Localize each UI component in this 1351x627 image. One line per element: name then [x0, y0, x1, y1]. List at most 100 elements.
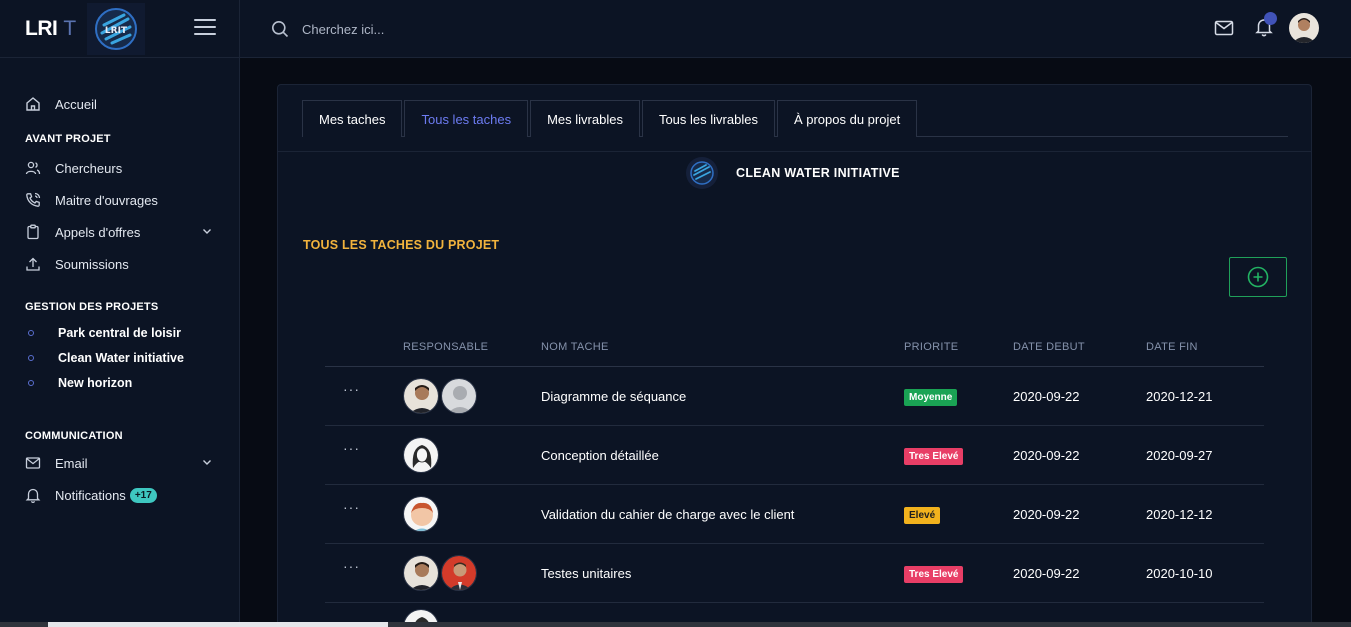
avatar[interactable] [403, 496, 439, 532]
sidebar-item-label: Appels d'offres [55, 224, 141, 240]
phone-call-icon [24, 191, 42, 209]
bullet-icon [28, 329, 34, 336]
tab-tous-taches[interactable]: Tous les taches [404, 100, 529, 137]
brand-suffix: T [63, 16, 77, 40]
sidebar-item-label: Soumissions [55, 256, 129, 272]
sidebar-project-label: Park central de loisir [58, 325, 181, 340]
clipboard-icon [24, 223, 42, 241]
row-actions-button[interactable]: ··· [343, 440, 360, 456]
project-logo-icon [686, 157, 718, 189]
brand-logo-text: LRIT [105, 26, 128, 36]
project-card: Mes taches Tous les taches Mes livrables… [277, 84, 1312, 627]
sidebar-item-label: Notifications [55, 487, 126, 503]
sidebar-item-accueil[interactable]: Accueil [0, 88, 239, 120]
row-actions-button[interactable]: ··· [343, 499, 360, 515]
divider [278, 151, 1311, 152]
project-header: CLEAN WATER INITIATIVE [686, 157, 900, 189]
section-gestion-projets: GESTION DES PROJETS [25, 301, 159, 313]
avatar[interactable] [403, 555, 439, 591]
home-icon [24, 95, 42, 113]
task-name[interactable]: Conception détaillée [541, 448, 904, 463]
tab-mes-livrables[interactable]: Mes livrables [530, 100, 640, 137]
start-date: 2020-09-22 [1013, 447, 1080, 463]
table-row[interactable]: ··· Conception détaillée Tres Elevé 2020… [325, 426, 1264, 485]
section-communication: COMMUNICATION [25, 430, 123, 442]
start-date: 2020-09-22 [1013, 388, 1080, 404]
table-header: RESPONSABLE NOM TACHE PRIORITE DATE DEBU… [325, 327, 1264, 367]
taskbar-strip [0, 622, 1351, 627]
topbar [240, 0, 1351, 58]
menu-toggle-icon[interactable] [194, 19, 216, 37]
avatar[interactable] [403, 437, 439, 473]
upload-icon [24, 255, 42, 273]
task-name[interactable]: Diagramme de séquance [541, 389, 904, 404]
avatar[interactable] [441, 378, 477, 414]
add-task-button[interactable] [1229, 257, 1287, 297]
brand-name[interactable]: LRI [25, 17, 58, 41]
tab-bar: Mes taches Tous les taches Mes livrables… [302, 100, 1288, 137]
col-responsable: RESPONSABLE [403, 340, 489, 353]
mail-icon [24, 454, 42, 472]
table-row[interactable]: ··· Validation du cahier de charge avec … [325, 485, 1264, 544]
sidebar-item-label: Email [55, 455, 88, 471]
sidebar: LRI T LRIT Accueil AVANT PROJET Chercheu… [0, 0, 240, 627]
section-avant-projet: AVANT PROJET [25, 133, 111, 145]
bullet-icon [28, 354, 34, 361]
task-name[interactable]: Testes unitaires [541, 566, 904, 581]
start-date: 2020-09-22 [1013, 565, 1080, 581]
sidebar-item-email[interactable]: Email [0, 447, 239, 479]
end-date: 2020-09-27 [1146, 447, 1213, 463]
user-avatar[interactable] [1289, 13, 1319, 43]
sidebar-item-soumissions[interactable]: Soumissions [0, 248, 239, 280]
search-icon[interactable] [271, 20, 289, 43]
avatar[interactable] [403, 378, 439, 414]
priority-badge: Elevé [904, 506, 941, 524]
sidebar-project-park-central[interactable]: Park central de loisir [0, 320, 239, 345]
sidebar-item-appels-offres[interactable]: Appels d'offres [0, 216, 239, 248]
tasks-table: RESPONSABLE NOM TACHE PRIORITE DATE DEBU… [325, 327, 1264, 627]
priority-badge: Tres Elevé [904, 565, 964, 583]
plus-circle-icon [1247, 266, 1269, 288]
notification-count-badge: +17 [129, 487, 157, 503]
row-actions-button[interactable]: ··· [343, 381, 360, 397]
col-date-debut: DATE DEBUT [1013, 340, 1085, 353]
sidebar-item-label: Accueil [55, 96, 97, 112]
end-date: 2020-10-10 [1146, 565, 1213, 581]
sidebar-project-new-horizon[interactable]: New horizon [0, 370, 239, 395]
priority-badge: Tres Elevé [904, 447, 964, 465]
bell-icon [24, 486, 42, 504]
priority-badge: Moyenne [904, 388, 958, 406]
end-date: 2020-12-12 [1146, 506, 1213, 522]
project-name: CLEAN WATER INITIATIVE [736, 166, 900, 180]
sidebar-nav: Accueil AVANT PROJET Chercheurs Maitre d… [0, 58, 239, 511]
section-title: TOUS LES TACHES DU PROJET [303, 238, 500, 252]
avatar[interactable] [441, 555, 477, 591]
brand: LRI T LRIT [0, 0, 239, 58]
end-date: 2020-12-21 [1146, 388, 1213, 404]
sidebar-item-label: Chercheurs [55, 160, 123, 176]
search-input[interactable] [302, 19, 602, 39]
brand-logo-icon: LRIT [95, 8, 137, 50]
col-priorite: PRIORITE [904, 340, 959, 353]
sidebar-item-notifications[interactable]: Notifications +17 [0, 479, 239, 511]
chevron-down-icon[interactable] [201, 456, 213, 471]
brand-logo[interactable]: LRIT [87, 3, 145, 55]
col-nom-tache: NOM TACHE [541, 340, 609, 353]
row-actions-button[interactable]: ··· [343, 558, 360, 574]
chevron-down-icon[interactable] [201, 225, 213, 240]
mail-icon[interactable] [1214, 19, 1234, 42]
tab-mes-taches[interactable]: Mes taches [302, 100, 403, 137]
sidebar-item-maitre-ouvrages[interactable]: Maitre d'ouvrages [0, 184, 239, 216]
col-date-fin: DATE FIN [1146, 340, 1198, 353]
users-icon [24, 159, 42, 177]
notification-dot [1264, 12, 1277, 25]
tab-a-propos[interactable]: À propos du projet [776, 100, 918, 137]
sidebar-project-label: Clean Water initiative [58, 350, 184, 365]
sidebar-item-label: Maitre d'ouvrages [55, 192, 158, 208]
sidebar-item-chercheurs[interactable]: Chercheurs [0, 152, 239, 184]
table-row[interactable]: ··· Diagramme de séquance Moyenne 2020-0… [325, 367, 1264, 426]
sidebar-project-clean-water[interactable]: Clean Water initiative [0, 345, 239, 370]
task-name[interactable]: Validation du cahier de charge avec le c… [541, 507, 904, 522]
tab-tous-livrables[interactable]: Tous les livrables [641, 100, 775, 137]
start-date: 2020-09-22 [1013, 506, 1080, 522]
